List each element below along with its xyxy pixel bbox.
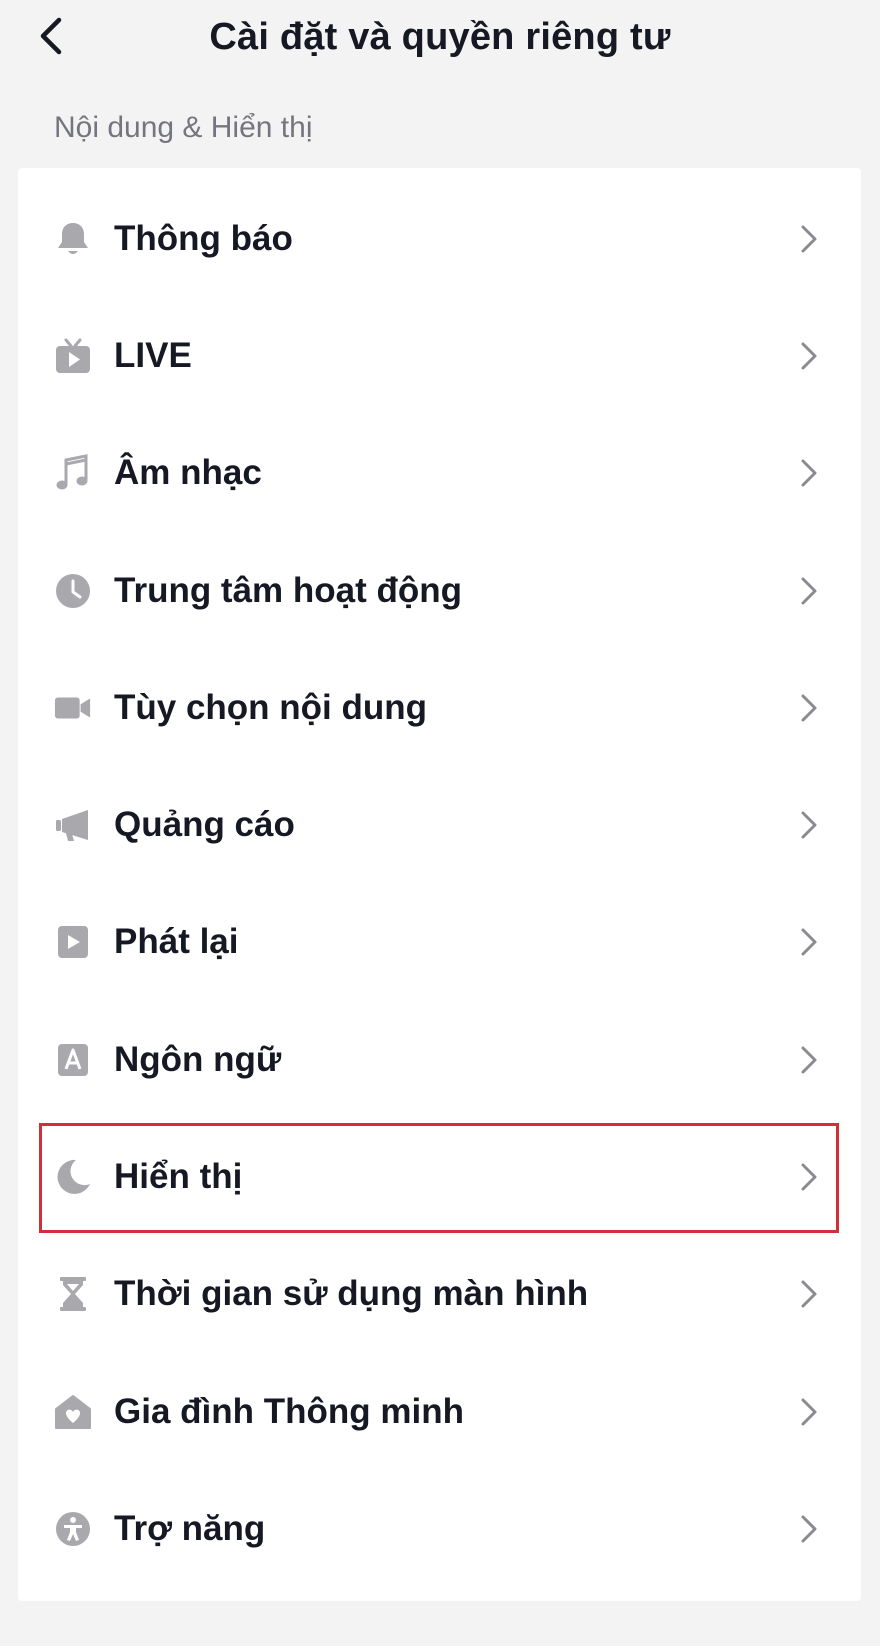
settings-item-label: Ngôn ngữ bbox=[114, 1039, 282, 1079]
settings-item-ads[interactable]: Quảng cáo bbox=[18, 766, 861, 883]
chevron-right-icon bbox=[801, 577, 817, 605]
section-label: Nội dung & Hiển thị bbox=[54, 111, 313, 144]
settings-item-content-preferences[interactable]: Tùy chọn nội dung bbox=[18, 649, 861, 766]
settings-item-label: Thông báo bbox=[114, 218, 293, 258]
chevron-right-icon bbox=[801, 1398, 817, 1426]
page-title: Cài đặt và quyền riêng tư bbox=[209, 16, 671, 58]
settings-item-language[interactable]: Ngôn ngữ bbox=[18, 1001, 861, 1118]
home-heart-icon bbox=[54, 1393, 92, 1431]
chevron-right-icon bbox=[801, 1515, 817, 1543]
settings-item-family-pairing[interactable]: Gia đình Thông minh bbox=[18, 1353, 861, 1470]
settings-item-label: Thời gian sử dụng màn hình bbox=[114, 1274, 589, 1314]
clock-icon bbox=[54, 572, 92, 610]
settings-item-playback[interactable]: Phát lại bbox=[18, 884, 861, 1001]
settings-item-accessibility[interactable]: Trợ năng bbox=[18, 1470, 861, 1587]
settings-item-label: Gia đình Thông minh bbox=[114, 1391, 464, 1431]
settings-item-label: Âm nhạc bbox=[114, 453, 262, 493]
settings-item-live[interactable]: LIVE bbox=[18, 297, 861, 414]
settings-item-label: Trung tâm hoạt động bbox=[114, 570, 463, 610]
settings-item-display[interactable]: Hiển thị bbox=[18, 1118, 861, 1235]
chevron-right-icon bbox=[801, 694, 817, 722]
chevron-right-icon bbox=[801, 459, 817, 487]
chevron-right-icon bbox=[801, 811, 817, 839]
settings-item-label: LIVE bbox=[114, 335, 192, 375]
accessibility-icon bbox=[54, 1510, 92, 1548]
video-camera-icon bbox=[54, 689, 92, 727]
chevron-right-icon bbox=[801, 1163, 817, 1191]
chevron-right-icon bbox=[801, 225, 817, 253]
settings-item-notifications[interactable]: Thông báo bbox=[18, 180, 861, 297]
settings-item-music[interactable]: Âm nhạc bbox=[18, 415, 861, 532]
settings-item-label: Phát lại bbox=[114, 922, 239, 962]
moon-icon bbox=[54, 1158, 92, 1196]
tv-icon bbox=[54, 337, 92, 375]
header: Cài đặt và quyền riêng tư bbox=[0, 0, 880, 72]
chevron-right-icon bbox=[801, 1280, 817, 1308]
settings-item-label: Quảng cáo bbox=[114, 805, 295, 845]
settings-card: Thông báo LIVE Âm nhạc Trung tâm hoạt độ… bbox=[18, 168, 861, 1601]
chevron-right-icon bbox=[801, 1046, 817, 1074]
megaphone-icon bbox=[54, 806, 92, 844]
chevron-right-icon bbox=[801, 928, 817, 956]
settings-item-label: Hiển thị bbox=[114, 1157, 243, 1197]
settings-item-screen-time[interactable]: Thời gian sử dụng màn hình bbox=[18, 1236, 861, 1353]
chevron-right-icon bbox=[801, 342, 817, 370]
bell-icon bbox=[54, 220, 92, 258]
settings-item-activity-center[interactable]: Trung tâm hoạt động bbox=[18, 532, 861, 649]
hourglass-icon bbox=[54, 1275, 92, 1313]
settings-item-label: Trợ năng bbox=[114, 1508, 266, 1548]
play-square-icon bbox=[54, 923, 92, 961]
language-a-icon bbox=[54, 1041, 92, 1079]
settings-item-label: Tùy chọn nội dung bbox=[114, 687, 428, 727]
music-note-icon bbox=[54, 454, 92, 492]
settings-list: Thông báo LIVE Âm nhạc Trung tâm hoạt độ… bbox=[18, 180, 861, 1588]
